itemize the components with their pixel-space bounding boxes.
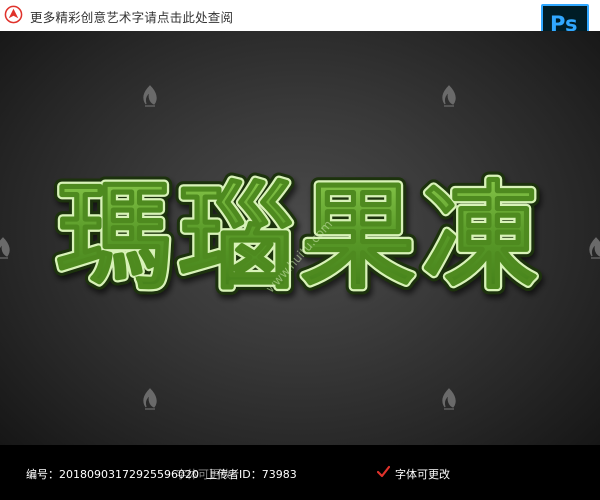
bottom-info-bar: 编号：20180903172925596020 字体可更改 上传者ID：7398…: [0, 445, 600, 500]
site-logo-icon: [4, 5, 23, 24]
artwork-id: 编号：20180903172925596020: [26, 468, 199, 481]
uploader-id: 上传者ID：73983: [206, 468, 297, 481]
checkmark-icon: [377, 465, 390, 478]
headline-text: 瑪瑙果凍: [56, 170, 544, 305]
top-bar: 更多精彩创意艺术字请点击此处查阅 Ps: [0, 0, 600, 48]
jelly-headline-graphic: 瑪瑙果凍 瑪瑙果凍 瑪瑙果凍 www.huitu.com: [50, 164, 544, 311]
more-art-text-link[interactable]: 更多精彩创意艺术字请点击此处查阅: [30, 7, 233, 26]
artwork-canvas: 瑪瑙果凍 瑪瑙果凍 瑪瑙果凍 www.huitu.com: [0, 31, 600, 445]
editable-note-2: 字体可更改: [395, 468, 450, 481]
